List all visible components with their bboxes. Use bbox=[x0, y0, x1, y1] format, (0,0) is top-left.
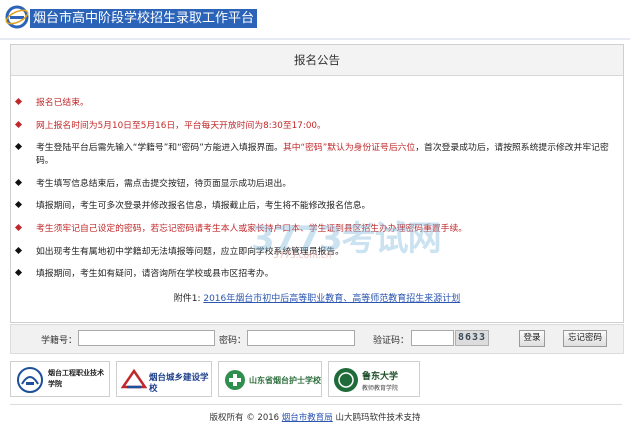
student-id-input[interactable] bbox=[78, 330, 215, 346]
black-diamond-bullet-icon bbox=[14, 142, 23, 151]
notice-text: 网上报名时间为5月10日至5月16日，平台每天开放时间为8:30至17:00。 bbox=[36, 121, 326, 131]
notice-text: 考生填写信息结束后，需点击提交按钮，待页面显示成功后退出。 bbox=[36, 179, 292, 189]
black-diamond-bullet-icon bbox=[14, 246, 23, 255]
panel-heading: 报名公告 bbox=[11, 45, 623, 76]
red-diamond-bullet-icon bbox=[14, 97, 23, 106]
notice-highlight: 其中“密码”默认为身份证号后六位 bbox=[282, 143, 416, 153]
announcement-panel: 报名公告 报名已结束。 网上报名时间为5月10日至5月16日，平台每天开放时间为… bbox=[10, 44, 624, 323]
logo-text: 山东省烟台护士学校 bbox=[249, 376, 321, 385]
notice-text-part: 考生登陆平台后需先输入“学籍号”和“密码”方能进入填报界面。 bbox=[36, 143, 283, 153]
logo-text: 烟台工程职业技术学院 bbox=[48, 369, 104, 388]
logo-link-ludong-university[interactable]: 鲁东大学 教师教育学院 bbox=[328, 361, 420, 397]
captcha-label: 验证码： bbox=[373, 336, 410, 346]
password-input[interactable] bbox=[247, 330, 355, 346]
notice-text: 填报期间，考生可多次登录并修改报名信息，填报截止后，考生将不能修改报名信息。 bbox=[36, 201, 371, 211]
footer-divider bbox=[10, 404, 622, 405]
footer: 版权所有 © 2016 烟台市教育局 山大鸥玛软件技术支持 bbox=[0, 411, 630, 423]
school-emblem-icon bbox=[121, 368, 147, 389]
site-header: 烟台市高中阶段学校招生录取工作平台 bbox=[0, 0, 630, 38]
attachment-line: 附件1: 2016年烟台市初中后高等职业教育、高等师范教育招生来源计划 bbox=[11, 291, 623, 304]
logo-text: 烟台城乡建设学校 bbox=[149, 373, 209, 394]
notice-text: 考生登陆平台后需先输入“学籍号”和“密码”方能进入填报界面。其中“密码”默认为身… bbox=[36, 142, 614, 168]
red-diamond-bullet-icon bbox=[14, 223, 23, 232]
black-diamond-bullet-icon bbox=[14, 200, 23, 209]
student-id-label: 学籍号： bbox=[41, 336, 78, 346]
logo-text: 鲁东大学 bbox=[362, 372, 399, 382]
site-title: 烟台市高中阶段学校招生录取工作平台 bbox=[30, 9, 258, 28]
red-diamond-bullet-icon bbox=[14, 120, 23, 129]
school-emblem-icon bbox=[334, 368, 358, 392]
logo-link-yantai-nursing[interactable]: 山东省烟台护士学校 bbox=[218, 361, 322, 397]
education-bureau-link[interactable]: 烟台市教育局 bbox=[282, 413, 333, 423]
header-divider bbox=[0, 38, 630, 40]
copyright-text: 版权所有 © 2016 bbox=[209, 413, 282, 423]
notice-text: 如出现考生有属地初中学籍却无法填报等问题，应立即向学校系统管理员报告。 bbox=[36, 247, 344, 257]
logo-link-yantai-engineering[interactable]: 烟台工程职业技术学院 bbox=[10, 361, 110, 397]
captcha-image[interactable]: 8633 bbox=[455, 330, 489, 346]
login-button[interactable]: 登录 bbox=[519, 330, 545, 347]
school-emblem-icon bbox=[225, 370, 245, 390]
attachment-link[interactable]: 2016年烟台市初中后高等职业教育、高等师范教育招生来源计划 bbox=[203, 294, 460, 304]
notice-text: 报名已结束。 bbox=[36, 98, 89, 108]
notice-text: 填报期间，考生如有疑问，请咨询所在学校或县市区招考办。 bbox=[36, 269, 274, 279]
black-diamond-bullet-icon bbox=[14, 178, 23, 187]
black-diamond-bullet-icon bbox=[14, 268, 23, 277]
login-form: 学籍号： 密码： 验证码： 8633 登录 忘记密码 bbox=[10, 324, 624, 354]
notice-text: 考生须牢记自己设定的密码，若忘记密码请考生本人或家长持户口本、学生证到县区招生办… bbox=[36, 224, 468, 234]
logo-link-yantai-construction[interactable]: 烟台城乡建设学校 bbox=[116, 361, 212, 397]
tech-support-text: 山大鸥玛软件技术支持 bbox=[332, 413, 421, 423]
partner-logos: 烟台工程职业技术学院 烟台城乡建设学校 山东省烟台护士学校 鲁东大学 教师教育学… bbox=[10, 361, 622, 401]
logo-subtext: 教师教育学院 bbox=[362, 385, 399, 392]
attachment-prefix: 附件1: bbox=[173, 294, 204, 304]
internet-explorer-icon bbox=[5, 5, 29, 29]
school-emblem-icon bbox=[17, 367, 43, 393]
password-label: 密码： bbox=[219, 336, 247, 346]
forgot-password-button[interactable]: 忘记密码 bbox=[563, 330, 607, 347]
captcha-input[interactable] bbox=[411, 330, 454, 346]
